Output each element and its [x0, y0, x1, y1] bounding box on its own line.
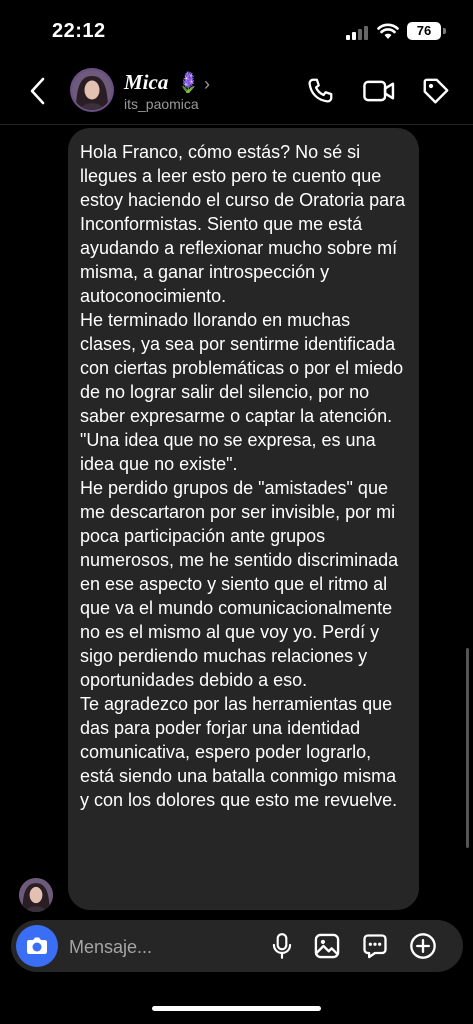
message-composer [11, 920, 463, 972]
camera-button[interactable] [16, 925, 58, 967]
camera-icon [27, 937, 47, 954]
message-paragraph-3: He perdido grupos de "amistades" que me … [80, 478, 399, 690]
microphone-icon[interactable] [269, 932, 295, 960]
contact-avatar[interactable] [72, 70, 112, 110]
battery-level: 76 [407, 22, 441, 40]
home-indicator[interactable] [152, 1006, 321, 1011]
plus-circle-icon[interactable] [409, 932, 437, 960]
wifi-icon [377, 23, 399, 39]
message-text: Hola Franco, cómo estás? No sé si llegue… [80, 140, 410, 812]
status-bar: 22:12 76 [0, 0, 473, 62]
video-camera-icon[interactable] [362, 76, 396, 106]
message-paragraph-2: He terminado llorando en muchas clases, … [80, 310, 404, 474]
sticker-chat-icon[interactable] [361, 932, 389, 960]
scrollbar-thumb[interactable] [466, 648, 469, 848]
phone-icon[interactable] [305, 76, 335, 106]
message-input[interactable] [67, 933, 251, 961]
gallery-icon[interactable] [313, 932, 341, 960]
message-paragraph-1: Hola Franco, cómo estás? No sé si llegue… [80, 142, 406, 306]
tag-icon[interactable] [421, 76, 451, 106]
status-time: 22:12 [52, 20, 106, 42]
sender-avatar[interactable] [19, 878, 53, 912]
chevron-right-icon[interactable]: › [204, 74, 210, 95]
back-chevron-icon[interactable] [26, 76, 50, 106]
contact-name[interactable]: Mica [124, 70, 168, 95]
message-paragraph-4: Te agradezco por las herramientas que da… [80, 694, 398, 810]
cellular-signal-icon [346, 24, 370, 40]
hyacinth-emoji: 🪻 [176, 72, 201, 94]
battery-cap [443, 28, 446, 34]
chat-header: Mica 🪻 › its_paomica [0, 62, 473, 125]
contact-username[interactable]: its_paomica [124, 96, 199, 112]
